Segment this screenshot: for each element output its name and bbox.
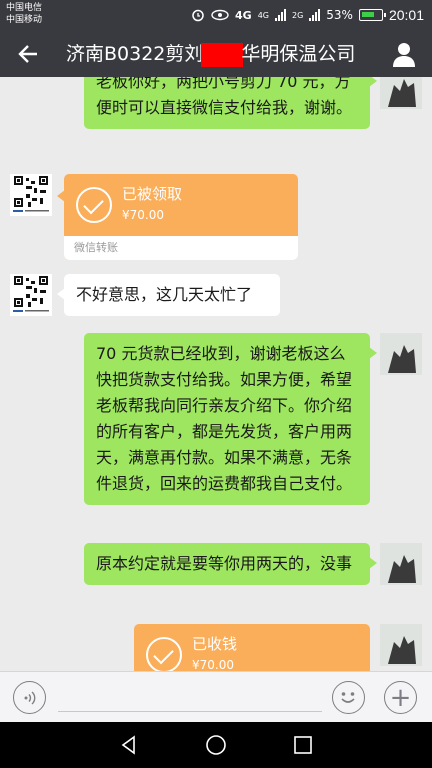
avatar-image	[380, 543, 422, 585]
back-button[interactable]	[12, 38, 44, 70]
emoji-icon	[341, 692, 355, 703]
square-recents-icon	[294, 736, 312, 754]
check-circle-icon	[76, 187, 112, 223]
qr-code-icon	[10, 274, 52, 316]
nav-back-button[interactable]	[117, 733, 141, 757]
message-list[interactable]: 老板你好，两把小号剪刀 70 元，方便时可以直接微信支付给我，谢谢。 已被领取 …	[0, 77, 432, 671]
transfer-card-body: 已被领取 ¥70.00	[64, 174, 298, 236]
triangle-back-icon	[121, 735, 135, 755]
avatar[interactable]	[10, 174, 52, 216]
carrier-info: 中国电信 中国移动	[6, 2, 42, 26]
transfer-card-body: 已收钱 ¥70.00	[134, 624, 370, 671]
person-icon	[393, 43, 415, 67]
check-circle-icon	[146, 637, 182, 671]
emoji-button[interactable]	[332, 681, 365, 714]
message-bubble[interactable]: 老板你好，两把小号剪刀 70 元，方便时可以直接微信支付给我，谢谢。	[84, 77, 377, 129]
avatar[interactable]	[380, 333, 422, 375]
message-bubble[interactable]: 70 元货款已经收到，谢谢老板这么快把货款支付给我。如果方便，希望老板帮我向同行…	[84, 333, 377, 505]
voice-icon	[24, 690, 35, 705]
carrier-1: 中国电信	[6, 3, 43, 13]
transfer-amount: ¥70.00	[192, 658, 234, 671]
avatar-image	[380, 77, 422, 109]
nav-recents-button[interactable]	[291, 733, 315, 757]
input-bar: +	[0, 671, 432, 722]
chat-title-part-2: 华明保温公司	[241, 43, 356, 65]
status-icons: 4G 4G 2G 53% 20:01	[191, 0, 424, 30]
nav-home-button[interactable]	[204, 733, 228, 757]
plus-icon: +	[389, 682, 412, 713]
signal-icon-2	[309, 9, 321, 21]
transfer-amount: ¥70.00	[122, 208, 164, 222]
transfer-footer: 微信转账	[64, 236, 298, 260]
message-bubble[interactable]: 不好意思，这几天太忙了	[57, 274, 280, 316]
battery-icon	[358, 9, 386, 21]
message-text: 原本约定就是要等你用两天的，没事	[96, 554, 353, 573]
chat-info-button[interactable]	[390, 40, 418, 68]
avatar[interactable]	[380, 543, 422, 585]
message-bubble[interactable]: 原本约定就是要等你用两天的，没事	[84, 543, 377, 585]
network-2g: 2G	[291, 10, 304, 20]
network-4g: 4G	[235, 8, 252, 22]
carrier-2: 中国移动	[6, 15, 43, 25]
chat-header: 济南B0322剪刘 华明保温公司	[0, 30, 432, 77]
message-text: 不好意思，这几天太忙了	[76, 285, 253, 304]
redaction-block	[201, 42, 244, 67]
message-input[interactable]	[58, 682, 322, 712]
network-4g-secondary: 4G	[257, 10, 269, 20]
qr-code-icon	[10, 174, 52, 216]
battery-percent: 53%	[326, 8, 353, 22]
alarm-icon	[192, 9, 204, 22]
transfer-card[interactable]: 已被领取 ¥70.00 微信转账	[57, 174, 298, 260]
signal-icon	[274, 9, 286, 21]
avatar[interactable]	[380, 77, 422, 109]
clock: 20:01	[388, 7, 424, 23]
message-text: 老板你好，两把小号剪刀 70 元，方便时可以直接微信支付给我，谢谢。	[96, 77, 353, 117]
transfer-status: 已收钱	[192, 635, 238, 653]
status-bar: 中国电信 中国移动 4G 4G 2G 53% 20:01	[0, 0, 432, 30]
circle-home-icon	[206, 735, 226, 755]
chat-title: 济南B0322剪刘 华明保温公司	[66, 40, 355, 68]
chat-title-part-1: 济南B0322剪刘	[66, 43, 204, 65]
transfer-card[interactable]: 已收钱 ¥70.00	[134, 624, 370, 671]
avatar[interactable]	[380, 624, 422, 666]
avatar-image	[380, 333, 422, 375]
transfer-status: 已被领取	[122, 185, 183, 203]
message-text: 70 元货款已经收到，谢谢老板这么快把货款支付给我。如果方便，希望老板帮我向同行…	[96, 344, 353, 493]
eye-icon	[211, 9, 229, 21]
system-nav-bar	[0, 722, 432, 768]
voice-button[interactable]	[13, 681, 46, 714]
avatar[interactable]	[10, 274, 52, 316]
back-arrow-icon	[18, 45, 37, 63]
avatar-image	[380, 624, 422, 666]
more-button[interactable]: +	[384, 681, 417, 714]
